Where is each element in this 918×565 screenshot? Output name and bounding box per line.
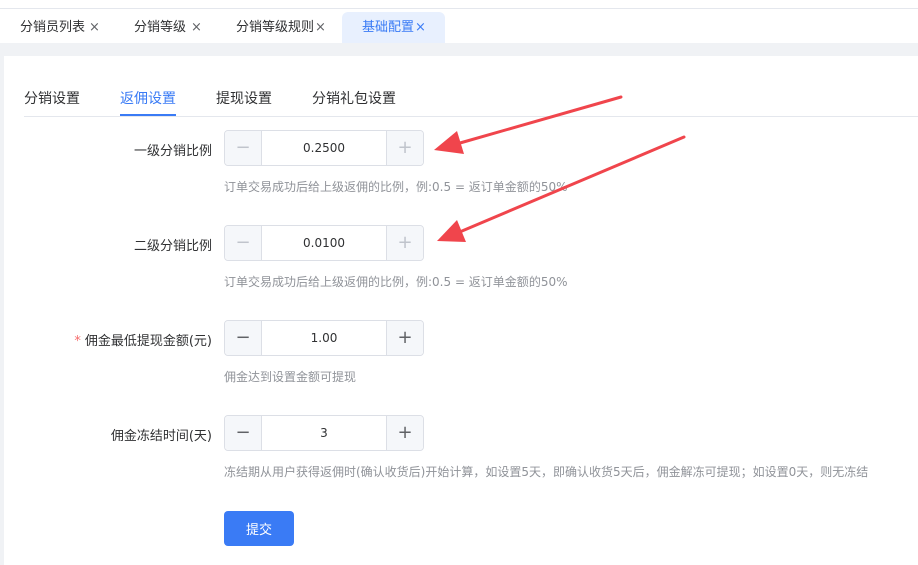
annotation-arrow-2 [437,135,686,242]
annotation-arrow-1 [434,95,623,154]
annotation-arrows [434,95,686,242]
